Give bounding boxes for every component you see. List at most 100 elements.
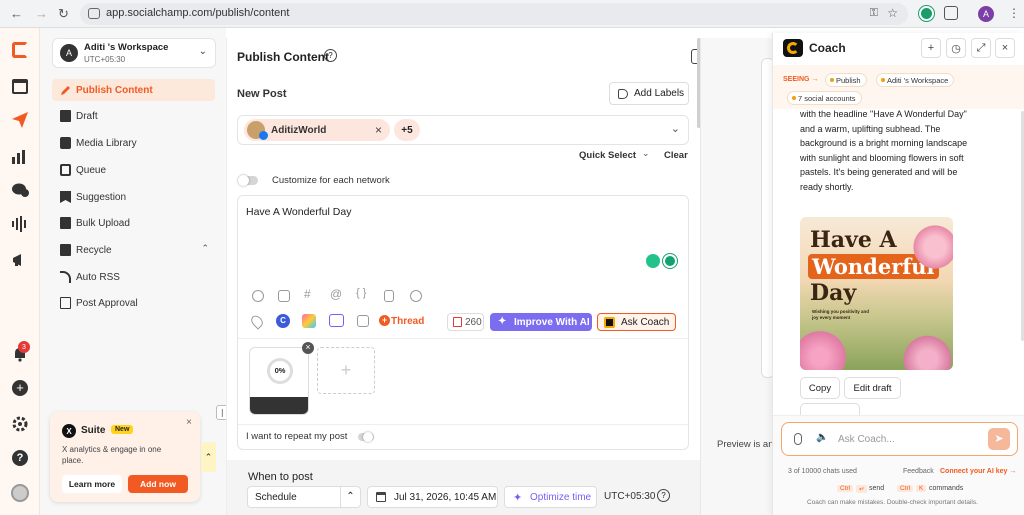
remove-account-icon[interactable]: × — [375, 123, 382, 137]
canva-icon[interactable]: C — [276, 314, 290, 328]
media-upload-tile[interactable]: 0% — [249, 347, 309, 415]
edit-draft-button[interactable]: Edit draft — [844, 377, 901, 399]
more-accounts-chip[interactable]: +5 — [394, 119, 420, 141]
optimize-time-button[interactable]: ✦ Optimize time — [504, 486, 597, 508]
sidebar: A Aditi 's Workspace UTC+05:30 ⌄ Publish… — [40, 28, 231, 515]
queue-icon — [60, 164, 71, 176]
user-profile-icon[interactable] — [10, 483, 30, 503]
notes-icon[interactable] — [384, 290, 394, 302]
site-settings-icon[interactable] — [88, 8, 100, 19]
address-bar[interactable]: app.socialchamp.com/publish/content ⚿ ☆ — [80, 3, 908, 25]
workspace-selector[interactable]: A Aditi 's Workspace UTC+05:30 ⌄ — [52, 38, 216, 68]
ai-assist-icon[interactable] — [646, 254, 660, 268]
send-button[interactable]: ➤ — [988, 428, 1010, 450]
remove-media-icon[interactable]: × — [302, 342, 314, 354]
customize-toggle[interactable] — [238, 175, 258, 186]
add-now-button[interactable]: Add now — [128, 475, 188, 493]
collapsed-chevron-icon[interactable]: ⌃ — [201, 442, 216, 472]
help-icon[interactable]: ? — [324, 49, 337, 62]
schedule-dropdown[interactable]: Schedule ⌃ — [247, 486, 361, 508]
timezone-help-icon[interactable]: ? — [657, 489, 670, 502]
engage-chat-icon[interactable] — [10, 180, 30, 200]
sidebar-item-post-approval[interactable]: Post Approval — [52, 292, 215, 314]
history-clock-icon[interactable]: ◷ — [946, 38, 966, 58]
close-coach-icon[interactable]: × — [995, 38, 1015, 58]
sidebar-item-suggestion[interactable]: Suggestion — [52, 186, 215, 208]
sidebar-item-publish-content[interactable]: Publish Content — [52, 79, 215, 101]
account-selector[interactable]: AditizWorld × +5 ⌄ — [237, 115, 689, 145]
quick-select-dropdown[interactable]: Quick Select — [579, 150, 636, 161]
sidebar-item-queue[interactable]: Queue — [52, 159, 215, 181]
megaphone-icon[interactable] — [10, 250, 30, 270]
clock-icon[interactable] — [410, 290, 422, 302]
settings-gear-icon[interactable] — [10, 414, 30, 434]
feedback-link[interactable]: Feedback — [903, 468, 934, 475]
sidebar-item-draft[interactable]: Draft — [52, 105, 215, 127]
photo-editor-icon[interactable] — [302, 314, 316, 328]
sidebar-item-recycle[interactable]: Recycle ⌃ — [52, 239, 215, 261]
add-labels-button[interactable]: Add Labels — [609, 82, 689, 105]
trash-icon[interactable] — [453, 317, 462, 327]
extensions-icon[interactable] — [944, 6, 958, 20]
robot-ai-icon[interactable] — [329, 314, 344, 327]
browser-menu-icon[interactable]: ⋮ — [1008, 6, 1020, 20]
listening-waveform-icon[interactable] — [10, 214, 30, 234]
emoji-icon[interactable] — [252, 290, 264, 302]
microphone-icon[interactable] — [794, 433, 802, 445]
grammarly-extension-icon[interactable] — [919, 6, 934, 21]
when-to-post-label: When to post — [248, 471, 313, 483]
layout-icon[interactable] — [357, 315, 369, 327]
expand-icon[interactable]: ⤢ — [971, 38, 991, 58]
help-question-icon[interactable]: ? — [10, 448, 30, 468]
sidebar-item-media-library[interactable]: Media Library — [52, 132, 215, 154]
preview-note: Preview is an — [717, 439, 774, 450]
bookmark-star-icon[interactable]: ☆ — [887, 6, 898, 20]
copy-button[interactable]: Copy — [800, 377, 840, 399]
close-promo-icon[interactable]: × — [186, 417, 192, 428]
media-icon — [60, 137, 71, 149]
sidebar-item-bulk-upload[interactable]: Bulk Upload — [52, 212, 215, 234]
post-text-input[interactable]: Have A Wonderful Day — [246, 206, 351, 218]
chevron-up-icon[interactable]: ⌃ — [201, 243, 209, 254]
context-chip-publish[interactable]: Publish — [825, 73, 867, 87]
chevron-down-icon[interactable]: ⌄ — [199, 46, 207, 57]
connect-ai-key-link[interactable]: Connect your AI key → — [940, 468, 1016, 475]
camera-icon[interactable] — [278, 290, 290, 302]
selected-account-chip[interactable]: AditizWorld × — [244, 119, 390, 141]
thread-button[interactable]: + Thread — [377, 313, 429, 329]
mute-speaker-icon[interactable]: 🔈 — [816, 432, 828, 443]
ask-coach-button[interactable]: Ask Coach — [597, 313, 676, 331]
curly-braces-icon[interactable]: { } — [356, 287, 366, 299]
analytics-icon[interactable] — [10, 146, 30, 166]
profile-avatar[interactable]: A — [978, 6, 994, 22]
clear-button[interactable]: Clear — [664, 150, 688, 161]
ask-coach-input[interactable]: 🔈 Ask Coach... ➤ — [781, 422, 1018, 456]
repeat-post-toggle[interactable] — [358, 432, 374, 442]
new-badge: New — [111, 425, 134, 434]
location-pin-icon[interactable] — [248, 313, 266, 330]
schedule-chevron-up-icon[interactable]: ⌃ — [340, 487, 360, 507]
improve-with-ai-button[interactable]: ✦ Improve With AI — [490, 313, 592, 331]
new-chat-icon[interactable]: + — [921, 38, 941, 58]
sidebar-item-auto-rss[interactable]: Auto RSS — [52, 266, 215, 288]
forward-icon[interactable]: → — [35, 6, 48, 21]
datetime-picker[interactable]: Jul 31, 2026, 10:45 AM — [367, 486, 498, 508]
back-icon[interactable]: ← — [10, 6, 23, 21]
quick-select-chevron-icon[interactable]: ⌄ — [642, 148, 650, 159]
publish-content-panel: Publish Content ? › New Post Add Labels … — [226, 38, 706, 515]
learn-more-button[interactable]: Learn more — [62, 475, 122, 493]
add-media-button[interactable]: + — [317, 347, 375, 394]
add-plus-icon[interactable]: + — [10, 378, 30, 398]
context-chip-accounts[interactable]: 7 social accounts — [787, 91, 862, 105]
reload-icon[interactable]: ↻ — [58, 6, 69, 22]
publish-send-icon[interactable] — [10, 110, 30, 130]
generated-image-preview[interactable]: Have A Wonderful Day Wishing you positiv… — [800, 217, 953, 370]
socialchamp-logo-icon[interactable] — [10, 40, 30, 60]
mention-icon[interactable]: @ — [330, 287, 342, 301]
grammarly-icon[interactable] — [663, 254, 677, 268]
calendar-icon[interactable] — [10, 76, 30, 96]
accounts-chevron-down-icon[interactable]: ⌄ — [671, 122, 680, 135]
key-icon[interactable]: ⚿ — [870, 7, 878, 20]
context-chip-workspace[interactable]: Aditi 's Workspace — [876, 73, 955, 87]
hashtag-icon[interactable]: # — [304, 287, 311, 301]
